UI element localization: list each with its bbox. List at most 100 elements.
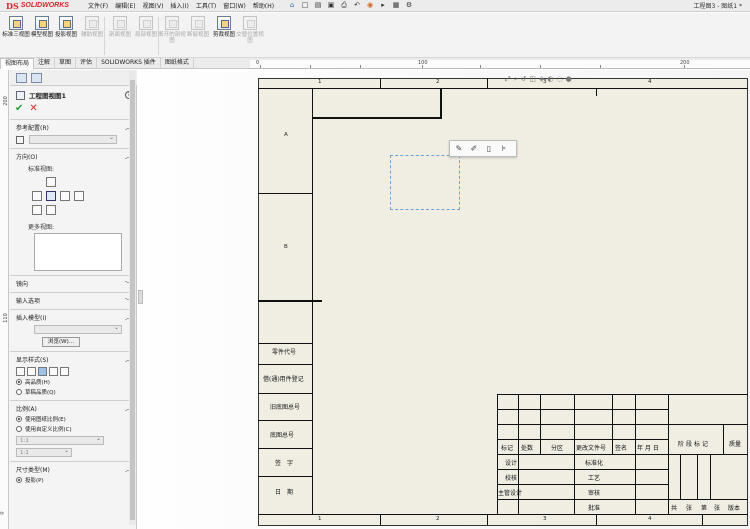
app-logo[interactable]: DS SOLIDWORKS [0, 1, 88, 11]
align-icon[interactable]: ⊧ [499, 144, 509, 154]
group-header[interactable]: 插入模型(I) ︿ [16, 313, 131, 322]
panel-splitter[interactable] [138, 290, 143, 304]
shaded-icon[interactable] [60, 367, 69, 376]
tab-annotation[interactable]: 注解 [34, 58, 56, 69]
table-line [258, 393, 312, 394]
select-icon[interactable]: ▸ [378, 1, 388, 10]
view-props-icon[interactable]: ✎ [454, 144, 464, 154]
file-props-icon[interactable]: ▦ [391, 1, 401, 10]
left-view-icon[interactable] [32, 191, 42, 201]
crop-view-label: 剪裁视图 [212, 32, 235, 38]
menu-tools[interactable]: 工具(T) [196, 1, 216, 10]
tab-addins[interactable]: SOLIDWORKS 插件 [97, 58, 161, 69]
front-view-icon[interactable] [46, 191, 56, 201]
menu-window[interactable]: 窗口(W) [223, 1, 246, 10]
options-icon[interactable]: ⚙ [404, 1, 414, 10]
group-header[interactable]: 尺寸类型(M) ︿ [16, 465, 131, 474]
menu-help[interactable]: 帮助(H) [253, 1, 274, 10]
group-header[interactable]: 方向(O) ︿ [16, 152, 131, 161]
group-label: 镜向 [16, 281, 29, 288]
standard-3-view-icon [9, 16, 23, 30]
isometric-view-icon[interactable] [32, 205, 42, 215]
hidden-lines-removed-icon[interactable] [38, 367, 47, 376]
radio-custom-scale[interactable]: 使用自定义比例(C) [16, 425, 131, 433]
property-manager-tab-icon[interactable] [31, 72, 42, 83]
zoom-area-icon[interactable]: ⌕ [514, 75, 518, 84]
display-style-icon[interactable]: ◈ [539, 75, 544, 84]
more-views-list[interactable] [34, 233, 122, 271]
edit-sketch-icon[interactable]: ✐ [469, 144, 479, 154]
cancel-icon[interactable]: ✕ [29, 103, 37, 114]
section-view-icon [113, 16, 127, 30]
save-icon[interactable]: ▣ [326, 1, 336, 10]
scale-input[interactable]: 1:1 [16, 447, 72, 457]
radio-draft-quality[interactable]: 草稿品质(Q) [16, 388, 131, 396]
config-icon [16, 135, 24, 144]
auxiliary-view-button[interactable]: 辅助视图 [78, 16, 106, 56]
ok-icon[interactable]: ✔ [15, 103, 23, 114]
zone-tick [380, 78, 381, 88]
projected-view-button[interactable]: 投影视图 [52, 16, 80, 56]
rebuild-icon[interactable]: ◉ [365, 1, 375, 10]
appearance-icon[interactable]: ● [566, 75, 572, 84]
scene-icon[interactable]: ◌ [557, 75, 563, 84]
bottom-view-icon[interactable] [46, 205, 56, 215]
top-view-icon[interactable] [46, 177, 56, 187]
broken-out-section-button[interactable]: 断开的剖视图 [158, 16, 186, 56]
layer-icon[interactable]: ▯ [484, 144, 494, 154]
detail-view-button[interactable]: 局部视图 [132, 16, 160, 56]
previous-view-icon[interactable]: ↺ [521, 75, 527, 84]
print-icon[interactable]: ⎙ [339, 1, 349, 10]
config-row [16, 132, 131, 144]
tab-sketch[interactable]: 草图 [55, 58, 77, 69]
menu-edit[interactable]: 编辑(E) [115, 1, 135, 10]
home-icon[interactable]: ⌂ [287, 1, 297, 10]
shaded-with-edges-icon[interactable] [49, 367, 58, 376]
drawing-view-boundary[interactable] [390, 155, 460, 210]
feature-tree-tab-icon[interactable] [16, 72, 27, 83]
crop-view-button[interactable]: 剪裁视图 [210, 16, 238, 56]
zone-label: A [284, 132, 288, 138]
section-icon[interactable]: ◫ [529, 75, 536, 84]
tab-evaluate[interactable]: 评估 [76, 58, 98, 69]
section-view-button[interactable]: 剖面视图 [106, 16, 134, 56]
right-view-icon[interactable] [60, 191, 70, 201]
standard-3-view-button[interactable]: 标准三视图 [2, 16, 30, 56]
hidden-lines-visible-icon[interactable] [27, 367, 36, 376]
tb-line [697, 454, 698, 499]
group-header[interactable]: 比例(A) ︿ [16, 404, 131, 413]
zoom-fit-icon[interactable]: ⤢ [505, 75, 511, 84]
radio-high-quality[interactable]: 高品质(H) [16, 378, 131, 386]
model-dropdown[interactable] [34, 324, 122, 334]
ruler-tick [540, 65, 541, 68]
wireframe-icon[interactable] [16, 367, 25, 376]
radio-projected[interactable]: 投影(P) [16, 476, 131, 484]
scrollbar-thumb[interactable] [130, 80, 135, 520]
group-header[interactable]: 镜向 ﹀ [16, 279, 131, 288]
scale-dropdown[interactable]: 1:1 [16, 435, 104, 445]
inner-line [440, 88, 442, 119]
back-view-icon[interactable] [74, 191, 84, 201]
tab-view-layout[interactable]: 视图布局 [0, 58, 35, 69]
browse-button[interactable]: 浏览(W)... [42, 337, 80, 347]
group-header[interactable]: 输入选项 ﹀ [16, 296, 131, 305]
hide-show-icon[interactable]: ◐ [547, 75, 553, 84]
undo-icon[interactable]: ↶ [352, 1, 362, 10]
menu-insert[interactable]: 插入(I) [170, 1, 188, 10]
group-ref-config: 参考配置(R) ︿ [10, 119, 137, 148]
zone-label: 2 [436, 516, 440, 522]
break-view-button[interactable]: 断裂视图 [184, 16, 212, 56]
radio-sheet-scale[interactable]: 使用图纸比例(E) [16, 415, 131, 423]
menu-view[interactable]: 视图(V) [143, 1, 164, 10]
config-dropdown[interactable] [29, 134, 117, 144]
alternate-position-icon [243, 16, 257, 30]
group-header[interactable]: 参考配置(R) ︿ [16, 123, 131, 132]
new-icon[interactable]: □ [300, 1, 310, 10]
alternate-position-button[interactable]: 交替位置视图 [236, 16, 264, 56]
tab-sheet-format[interactable]: 图纸格式 [161, 58, 194, 69]
group-header[interactable]: 显示样式(S) ︿ [16, 355, 131, 364]
panel-scrollbar[interactable] [129, 70, 136, 525]
detail-view-label: 局部视图 [134, 32, 157, 38]
menu-file[interactable]: 文件(F) [88, 1, 108, 10]
open-icon[interactable]: ▤ [313, 1, 323, 10]
